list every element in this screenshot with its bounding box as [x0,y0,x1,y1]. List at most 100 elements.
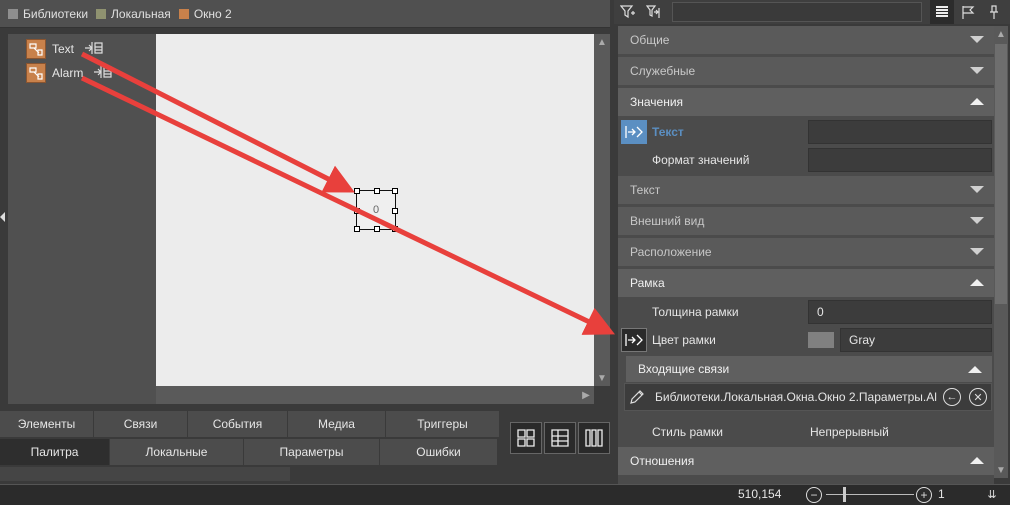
cursor-coords: 510,154 [738,487,782,501]
zoom-in-icon[interactable]: + [916,487,932,503]
prop-text-value[interactable] [808,120,992,144]
prop-value-format-input[interactable] [808,148,992,172]
widget-value: 0 [372,204,380,216]
resize-handle[interactable] [392,226,398,232]
breadcrumb-item[interactable]: Библиотеки [8,7,88,21]
section-label: Текст [630,183,661,197]
section-values[interactable]: Значения [618,88,994,116]
resize-handle[interactable] [392,208,398,214]
section-label: Отношения [630,454,695,468]
chevron-down-icon [970,248,984,255]
section-general[interactable]: Общие [618,26,994,54]
scrollbar-thumb[interactable] [995,44,1007,304]
chevron-up-icon [970,457,984,464]
zoom-level: 1 [938,487,945,501]
canvas-vertical-scrollbar[interactable]: ▲ ▼ [594,34,610,386]
properties-scrollbar[interactable]: ▲ ▼ [994,26,1008,478]
tree-item-label: Alarm [52,66,84,80]
chevron-down-icon [970,217,984,224]
resize-handle[interactable] [354,188,360,194]
bottom-tabs-row1: Элементы Связи События Медиа Триггеры [0,411,500,437]
tree-item-alarm[interactable]: Alarm [26,62,113,84]
pin-icon[interactable] [982,0,1006,24]
chevron-down-icon [970,67,984,74]
resize-handle[interactable] [354,208,360,214]
scroll-up-icon[interactable]: ▲ [994,26,1008,42]
breadcrumb: Библиотеки Локальная Окно 2 [0,0,610,28]
scroll-right-icon[interactable]: ▶ [578,387,594,403]
section-position[interactable]: Расположение [618,238,994,266]
tab-local[interactable]: Локальные [110,439,244,465]
section-relations[interactable]: Отношения [618,447,994,475]
breadcrumb-item[interactable]: Локальная [96,7,171,21]
breadcrumb-label: Библиотеки [23,6,89,21]
color-swatch[interactable] [808,332,834,348]
prop-frame-color-value[interactable]: Gray [840,328,992,352]
filter-icon[interactable] [616,0,640,24]
breadcrumb-item[interactable]: Окно 2 [178,7,232,21]
section-incoming-links[interactable]: Входящие связи [626,356,992,382]
properties-panel: Общие Служебные Значения Текст Формат зн… [618,26,994,484]
section-service[interactable]: Служебные [618,57,994,85]
collapse-left-icon[interactable] [0,212,5,222]
prop-label: Стиль рамки [652,425,724,439]
chevron-down-icon [970,186,984,193]
status-bar: 510,154 − + 1 ⇊ [0,484,1010,505]
scroll-up-icon[interactable]: ▲ [594,34,610,50]
tab-elements[interactable]: Элементы [0,411,94,437]
resize-handle[interactable] [354,226,360,232]
properties-search-input[interactable] [672,2,922,22]
zoom-slider[interactable] [826,494,914,495]
canvas-horizontal-scrollbar[interactable]: ▶ [156,386,594,404]
bottom-tabs-row2: Палитра Локальные Параметры Ошибки [0,439,498,465]
scroll-down-icon[interactable]: ▼ [594,370,610,386]
chevron-down-icon [970,36,984,43]
bind-link-icon[interactable] [621,120,647,144]
link-icon[interactable] [93,65,113,82]
pencil-icon[interactable] [629,389,645,408]
bind-link-icon[interactable] [621,328,647,352]
grid-view-icon[interactable] [510,422,542,454]
link-icon[interactable] [84,41,104,58]
window-color-swatch [178,8,189,19]
zoom-out-icon[interactable]: − [806,487,822,503]
library-color-swatch [8,8,18,19]
prop-label: Формат значений [652,153,750,167]
tab-media[interactable]: Медиа [288,411,386,437]
tab-errors[interactable]: Ошибки [380,439,498,465]
incoming-link-path: Библиотеки.Локальная.Окна.Окно 2.Парамет… [655,390,937,404]
chevron-up-icon [968,366,982,373]
chevron-up-icon [970,98,984,105]
selected-widget[interactable]: 0 [354,188,398,232]
tree-item-text[interactable]: Text [26,38,104,60]
section-appearance[interactable]: Внешний вид [618,207,994,235]
list-view-icon[interactable] [930,0,954,24]
tab-events[interactable]: События [188,411,288,437]
prop-text: Текст [618,118,994,146]
section-text[interactable]: Текст [618,176,994,204]
resize-handle[interactable] [374,188,380,194]
flag-icon[interactable] [956,0,980,24]
resize-handle[interactable] [374,226,380,232]
tab-triggers[interactable]: Триггеры [386,411,500,437]
collapse-down-icon[interactable]: ⇊ [984,487,1000,501]
tab-links[interactable]: Связи [94,411,188,437]
text-object-icon [26,39,46,59]
section-frame[interactable]: Рамка [618,269,994,297]
section-label: Внешний вид [630,214,705,228]
go-to-source-icon[interactable]: ← [943,388,961,406]
link-filter-icon[interactable] [642,0,666,24]
resize-handle[interactable] [392,188,398,194]
scroll-down-icon[interactable]: ▼ [994,462,1008,478]
columns-view-icon[interactable] [578,422,610,454]
prop-frame-width: Толщина рамки 0 [618,298,994,326]
tab-parameters[interactable]: Параметры [244,439,380,465]
zoom-slider-thumb[interactable] [843,487,846,502]
prop-label: Цвет рамки [652,333,716,347]
prop-value-format: Формат значений [618,146,994,174]
prop-frame-style-value[interactable]: Непрерывный [810,425,889,439]
remove-link-icon[interactable]: ✕ [969,388,987,406]
table-view-icon[interactable] [544,422,576,454]
tab-palette[interactable]: Палитра [0,439,110,465]
prop-frame-width-input[interactable]: 0 [808,300,992,324]
